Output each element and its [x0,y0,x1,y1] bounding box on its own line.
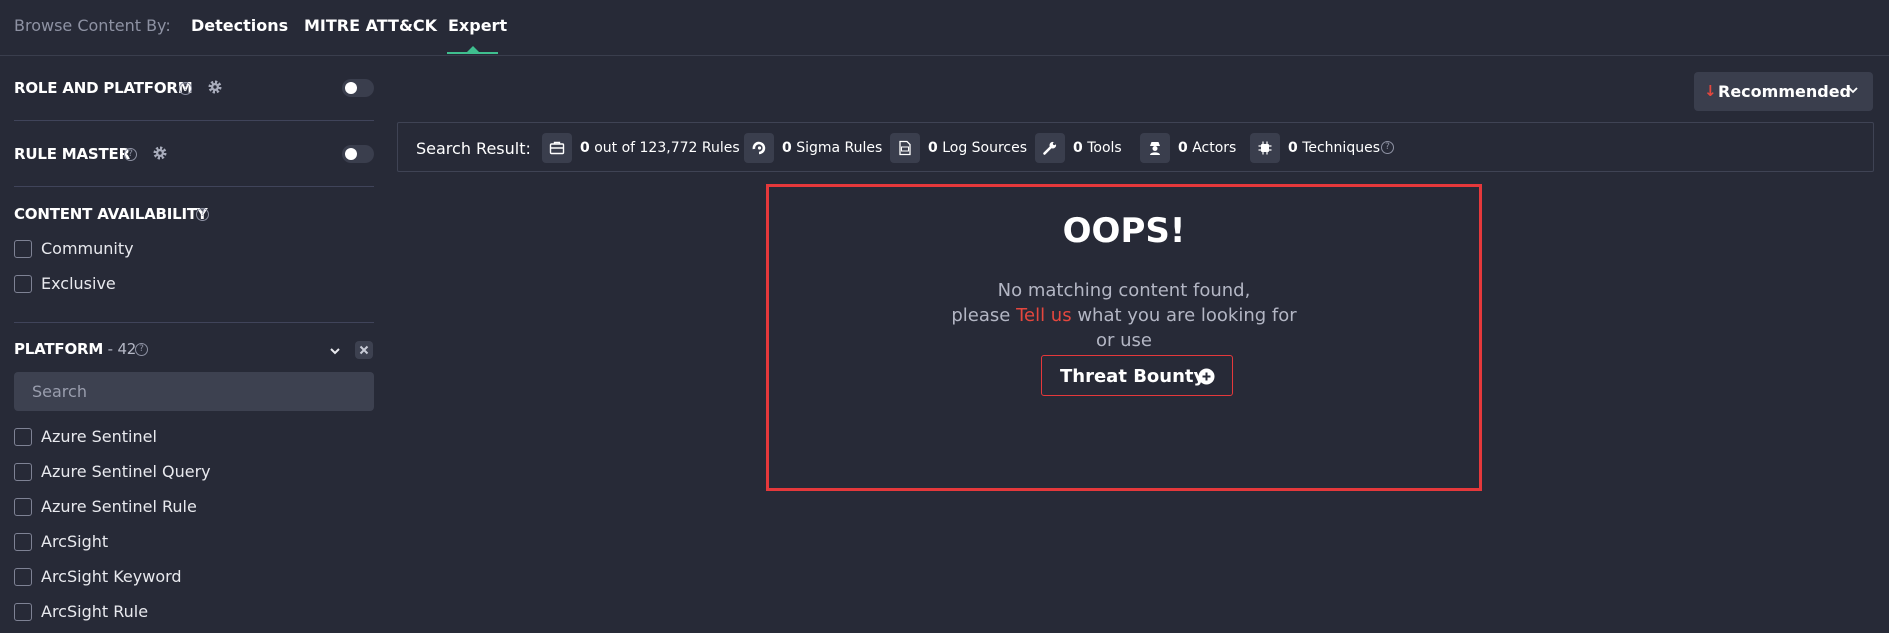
tab-mitre-attack[interactable]: MITRE ATT&CK [304,16,437,35]
platform-title: PLATFORM - 42 [14,340,137,358]
checkbox-box[interactable] [14,603,32,621]
empty-state-or-use: or use [1096,330,1152,351]
tell-us-link[interactable]: Tell us [1016,305,1072,326]
stat-text: 0 Log Sources [928,140,1028,156]
active-tab-underline [447,52,498,54]
sigma-icon [744,133,774,163]
divider [14,322,374,323]
threat-bounty-button[interactable]: Threat Bounty [1041,355,1233,396]
chip-icon [1250,133,1280,163]
search-result-label: Search Result: [416,139,531,158]
stat-text: 0 out of 123,772 Rules [580,140,740,156]
chevron-down-icon[interactable] [328,344,342,358]
filter-sidebar: ROLE AND PLATFORM ? RULE MASTER ? CONTEN… [0,57,388,633]
checkbox-box[interactable] [14,275,32,293]
checkbox-label: ArcSight Keyword [41,567,182,586]
platform-count: - 42 [103,340,137,358]
sort-dropdown[interactable]: ↓ Recommended [1694,72,1873,111]
checkbox-label: Exclusive [41,274,116,293]
checkbox-label: Azure Sentinel Query [41,462,211,481]
checkbox-label: Azure Sentinel Rule [41,497,197,516]
divider [14,186,374,187]
checkbox-label: ArcSight [41,532,109,551]
log-file-icon [890,133,920,163]
plus-circle-icon [1198,368,1215,385]
gear-icon[interactable] [152,145,168,161]
help-icon[interactable]: ? [1381,141,1394,154]
checkbox-box[interactable] [14,240,32,258]
content-availability-title: CONTENT AVAILABILITY [14,205,208,223]
role-platform-toggle[interactable] [342,79,374,97]
stat-text: 0 Sigma Rules [782,140,883,156]
tab-expert[interactable]: Expert [448,16,507,35]
empty-state-panel: OOPS! No matching content found, please … [766,184,1482,491]
chevron-down-icon [1848,87,1858,94]
role-platform-title: ROLE AND PLATFORM [14,79,193,97]
sort-arrow-icon: ↓ [1704,82,1717,100]
spy-icon [1140,133,1170,163]
checkbox-label: Azure Sentinel [41,427,157,446]
help-icon[interactable]: ? [179,82,192,95]
tab-detections[interactable]: Detections [191,16,288,35]
gear-icon[interactable] [207,79,223,95]
top-nav: Browse Content By: Detections MITRE ATT&… [0,0,1889,56]
empty-state-message: No matching content found, [997,280,1251,301]
divider [14,120,374,121]
empty-state-request: please Tell us what you are looking for [951,305,1297,326]
platform-search-input[interactable] [14,372,374,411]
checkbox-box[interactable] [14,498,32,516]
empty-state-title: OOPS! [1062,211,1186,251]
checkbox-box[interactable] [14,463,32,481]
briefcase-icon [542,133,572,163]
rule-master-toggle[interactable] [342,145,374,163]
checkbox-box[interactable] [14,568,32,586]
checkbox-label: ArcSight Rule [41,602,149,621]
clear-icon[interactable] [355,341,373,359]
checkbox-box[interactable] [14,533,32,551]
wrench-icon [1035,133,1065,163]
help-icon[interactable]: ? [124,148,137,161]
rule-master-title: RULE MASTER [14,145,130,163]
checkbox-label: Community [41,239,134,258]
stat-text: 0 Techniques [1288,140,1380,156]
checkbox-box[interactable] [14,428,32,446]
help-icon[interactable]: ? [135,343,148,356]
stat-text: 0 Actors [1178,140,1237,156]
search-results-bar: Search Result: 0 out of 123,772 Rules 0 … [397,122,1874,172]
sort-label: Recommended [1718,82,1851,101]
threat-bounty-label: Threat Bounty [1060,366,1206,387]
help-icon[interactable]: ? [196,208,209,221]
stat-text: 0 Tools [1073,140,1122,156]
browse-label: Browse Content By: [14,16,171,35]
